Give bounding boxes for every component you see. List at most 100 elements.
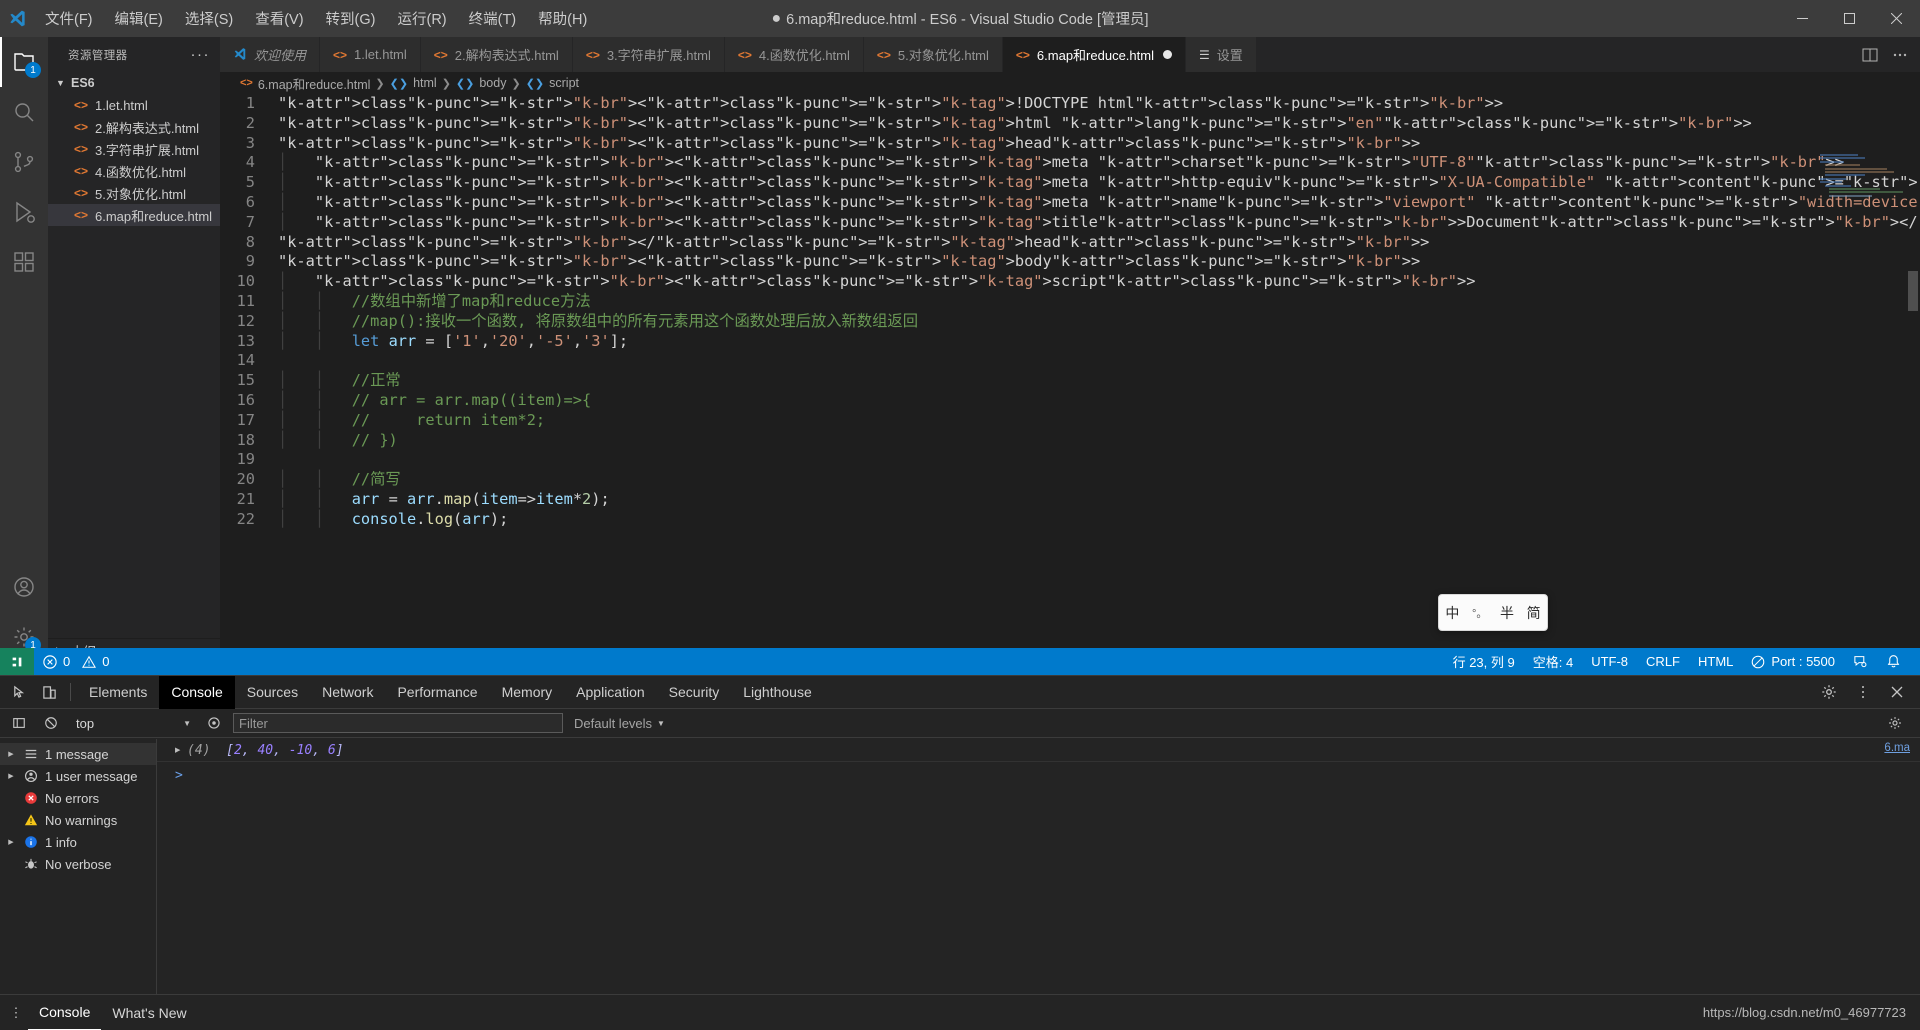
console-prompt-row[interactable]: > <box>157 762 1920 788</box>
line-content[interactable]: │ │ arr = arr.map(item=>item*2); <box>278 490 610 510</box>
scrollbar-thumb[interactable] <box>1908 271 1918 311</box>
chevron-right-icon[interactable]: ▶ <box>6 750 16 758</box>
console-filter-errors[interactable]: No errors <box>0 787 156 809</box>
devtools-tab-elements[interactable]: Elements <box>77 676 159 709</box>
ime-style[interactable]: 简 <box>1527 603 1541 623</box>
drawer-tab-whats-new[interactable]: What's New <box>101 995 197 1030</box>
breadcrumb-file[interactable]: <> 6.map和reduce.html <box>240 74 370 93</box>
menu-file[interactable]: 文件(F) <box>34 0 104 37</box>
line-content[interactable]: │ "k-attr">class"k-punc">="k-str">"k-br"… <box>278 272 1475 292</box>
tab-settings[interactable]: ☰ 设置 <box>1185 37 1257 72</box>
devtools-settings-gear-icon[interactable] <box>1814 676 1844 709</box>
menu-selection[interactable]: 选择(S) <box>174 0 244 37</box>
devtools-tab-console[interactable]: Console <box>159 675 235 709</box>
editor-minimap[interactable] <box>1820 154 1906 224</box>
breadcrumb-html[interactable]: ❮❯ html <box>390 76 437 90</box>
console-sidebar[interactable]: ▶ 1 message ▶ 1 user message No errors N… <box>0 739 157 994</box>
console-levels-select[interactable]: Default levels ▼ <box>574 716 665 731</box>
eol-setting[interactable]: CRLF <box>1637 648 1689 675</box>
line-content[interactable]: │ │ // arr = arr.map((item)=>{ <box>278 391 591 411</box>
ime-width[interactable]: 半 <box>1500 603 1514 623</box>
code-line[interactable]: 16 │ │ // arr = arr.map((item)=>{ <box>220 391 1920 411</box>
breadcrumb-body[interactable]: ❮❯ body <box>456 76 507 90</box>
notifications-button[interactable] <box>1877 648 1910 675</box>
line-content[interactable]: │ │ console.log(arr); <box>278 510 508 530</box>
menu-go[interactable]: 转到(G) <box>315 0 387 37</box>
code-line[interactable]: 6 │ "k-attr">class"k-punc">="k-str">"k-br… <box>220 193 1920 213</box>
devtools-tab-application[interactable]: Application <box>564 676 657 709</box>
language-mode[interactable]: HTML <box>1689 648 1742 675</box>
activity-search-icon[interactable] <box>0 87 48 137</box>
code-line[interactable]: 13 │ │ let arr = ['1','20','-5','3']; <box>220 332 1920 352</box>
code-line[interactable]: 21 │ │ arr = arr.map(item=>item*2); <box>220 490 1920 510</box>
live-server-port[interactable]: Port : 5500 <box>1742 648 1844 675</box>
console-source-link[interactable]: 6.ma <box>1884 742 1910 754</box>
code-line[interactable]: 2 "k-attr">class"k-punc">="k-str">"k-br">… <box>220 114 1920 134</box>
devtools-tab-memory[interactable]: Memory <box>490 676 565 709</box>
activity-explorer-icon[interactable]: 1 <box>0 37 48 87</box>
line-content[interactable]: │ │ // }) <box>278 431 398 451</box>
tab-1-let[interactable]: <> 1.let.html <box>320 37 421 72</box>
line-content[interactable]: │ │ // return item*2; <box>278 411 545 431</box>
console-filter-user-messages[interactable]: ▶ 1 user message <box>0 765 156 787</box>
line-content[interactable]: │ │ //数组中新增了map和reduce方法 <box>278 292 591 312</box>
activity-accounts-icon[interactable] <box>0 562 48 612</box>
minimize-button[interactable] <box>1779 0 1826 37</box>
expand-arrow-icon[interactable]: ▶ <box>175 746 187 754</box>
encoding-setting[interactable]: UTF-8 <box>1582 648 1637 675</box>
clear-console-icon[interactable] <box>38 711 64 735</box>
line-content[interactable]: "k-attr">class"k-punc">="k-str">"k-br"><… <box>278 233 1429 253</box>
editor-scrollbar[interactable] <box>1906 151 1920 662</box>
tab-welcome[interactable]: 欢迎使用 <box>220 37 321 72</box>
window-controls[interactable] <box>1779 0 1920 37</box>
code-line[interactable]: 4 │ "k-attr">class"k-punc">="k-str">"k-br… <box>220 153 1920 173</box>
code-line[interactable]: 14 <box>220 351 1920 371</box>
line-content[interactable]: │ │ //map():接收一个函数, 将原数组中的所有元素用这个函数处理后放入… <box>278 312 918 332</box>
code-line[interactable]: 3 "k-attr">class"k-punc">="k-str">"k-br">… <box>220 134 1920 154</box>
console-settings-gear-icon[interactable] <box>1882 711 1908 735</box>
devtools-tab-security[interactable]: Security <box>657 676 732 709</box>
line-content[interactable]: │ │ let arr = ['1','20','-5','3']; <box>278 332 628 352</box>
code-line[interactable]: 20 │ │ //简写 <box>220 470 1920 490</box>
code-line[interactable]: 5 │ "k-attr">class"k-punc">="k-str">"k-br… <box>220 173 1920 193</box>
device-toolbar-icon[interactable] <box>34 676 64 709</box>
inspect-element-icon[interactable] <box>4 676 34 709</box>
more-actions-icon[interactable] <box>1892 47 1908 63</box>
line-content[interactable]: │ "k-attr">class"k-punc">="k-str">"k-br"… <box>278 153 1844 173</box>
console-filter-info[interactable]: ▶ 1 info <box>0 831 156 853</box>
activity-extensions-icon[interactable] <box>0 237 48 287</box>
code-line[interactable]: 1 "k-attr">class"k-punc">="k-str">"k-br">… <box>220 94 1920 114</box>
tab-dirty-indicator-icon[interactable] <box>1162 50 1172 59</box>
menu-view[interactable]: 查看(V) <box>244 0 314 37</box>
file-item-3[interactable]: <> 3.字符串扩展.html <box>48 138 220 160</box>
tab-3-string-extension[interactable]: <> 3.字符串扩展.html <box>572 37 725 72</box>
console-filter-verbose[interactable]: No verbose <box>0 853 156 875</box>
file-item-2[interactable]: <> 2.解构表达式.html <box>48 116 220 138</box>
breadcrumb-script[interactable]: ❮❯ script <box>526 76 579 90</box>
tab-5-object-optimization[interactable]: <> 5.对象优化.html <box>863 37 1003 72</box>
chevron-right-icon[interactable]: ▶ <box>6 838 16 846</box>
ime-toolbar[interactable]: 中 °。 半 简 <box>1438 594 1548 631</box>
devtools-tab-performance[interactable]: Performance <box>385 676 489 709</box>
code-line[interactable]: 17 │ │ // return item*2; <box>220 411 1920 431</box>
code-line[interactable]: 12 │ │ //map():接收一个函数, 将原数组中的所有元素用这个函数处理后… <box>220 312 1920 332</box>
ime-punctuation[interactable]: °。 <box>1472 605 1487 621</box>
remote-window-button[interactable] <box>0 648 34 675</box>
devtools-tab-lighthouse[interactable]: Lighthouse <box>731 676 824 709</box>
line-content[interactable]: │ "k-attr">class"k-punc">="k-str">"k-br"… <box>278 213 1920 233</box>
console-message-row[interactable]: ▶ (4) [2, 40, -10, 6] 6.ma <box>157 739 1920 762</box>
console-filter-messages[interactable]: ▶ 1 message <box>0 743 156 765</box>
cursor-position[interactable]: 行 23, 列 9 <box>1444 648 1524 675</box>
file-item-1[interactable]: <> 1.let.html <box>48 94 220 116</box>
menu-terminal[interactable]: 终端(T) <box>458 0 528 37</box>
breadcrumb[interactable]: <> 6.map和reduce.html ❯ ❮❯ html ❯ ❮❯ body… <box>220 72 1920 94</box>
folder-ES6[interactable]: ▼ ES6 <box>48 72 220 94</box>
split-editor-icon[interactable] <box>1862 47 1878 63</box>
activity-bar[interactable]: 1 1 <box>0 37 48 662</box>
tab-4-function-optimization[interactable]: <> 4.函数优化.html <box>724 37 864 72</box>
line-content[interactable]: │ "k-attr">class"k-punc">="k-str">"k-br"… <box>278 193 1920 213</box>
tab-6-map-reduce[interactable]: <> 6.map和reduce.html <box>1002 37 1186 72</box>
code-line[interactable]: 8 "k-attr">class"k-punc">="k-str">"k-br">… <box>220 233 1920 253</box>
feedback-button[interactable] <box>1844 648 1877 675</box>
menu-edit[interactable]: 编辑(E) <box>104 0 174 37</box>
